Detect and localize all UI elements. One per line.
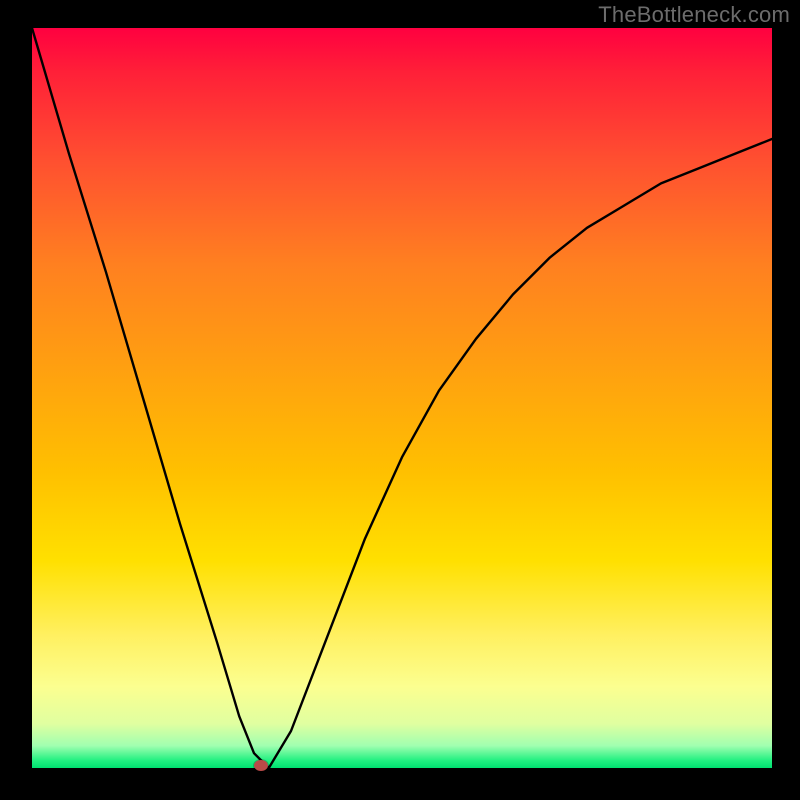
plot-area (32, 28, 772, 768)
watermark-text: TheBottleneck.com (598, 2, 790, 28)
bottleneck-curve (32, 28, 772, 768)
chart-frame: TheBottleneck.com (0, 0, 800, 800)
optimal-point-marker (254, 760, 268, 771)
